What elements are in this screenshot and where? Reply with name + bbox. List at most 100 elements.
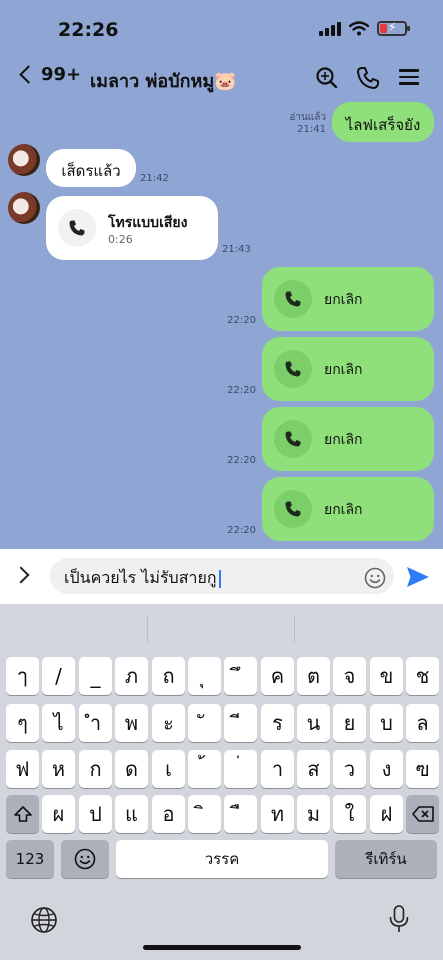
avatar[interactable] [8,144,40,176]
call-status-label: ยกเลิก [324,362,363,378]
backspace-key[interactable] [406,795,439,833]
key[interactable]: ง [370,750,403,788]
chevron-right-icon[interactable] [12,566,30,584]
key[interactable]: ใ [333,795,366,833]
message-bubble-incoming[interactable]: เส็ดรแล้ว [46,149,136,187]
key[interactable]: ข [370,657,403,695]
key[interactable]: อ [152,795,185,833]
call-icon-circle [274,490,312,528]
key[interactable]: ำ [79,704,112,742]
key[interactable]: า [261,750,294,788]
battery-icon: ⚡ [377,20,410,36]
message-time: 21:42 [140,173,169,184]
backspace-icon [411,806,434,822]
suggestion-divider [147,616,148,642]
key[interactable]: ุ [188,657,221,695]
chat-title: เมลาว พ่อบักหมู🐷 [90,71,237,92]
message-time: 22:20 [227,525,256,536]
key[interactable]: ภ [115,657,148,695]
call-status-label: ยกเลิก [324,292,363,308]
search-icon[interactable] [314,65,340,91]
key[interactable]: ฃ [406,750,439,788]
key[interactable]: ล [406,704,439,742]
key[interactable]: ่ [224,750,257,788]
key[interactable]: ม [297,795,330,833]
key[interactable]: น [297,704,330,742]
phone-call-icon[interactable] [355,65,381,91]
message-time: 21:43 [222,244,251,255]
cancelled-call-bubble[interactable]: ยกเลิก [262,477,434,541]
microphone-icon[interactable] [388,904,410,934]
phone-icon [285,291,301,307]
key[interactable]: ค [261,657,294,695]
key[interactable]: ะ [152,704,185,742]
key[interactable]: จ [333,657,366,695]
message-list[interactable]: อ่านแล้ว 21:41 ไลฟเสร็จยัง เส็ดรแล้ว 21:… [0,102,443,549]
globe-icon[interactable] [30,906,58,934]
key[interactable]: ฝ [370,795,403,833]
space-key[interactable]: วรรค [116,840,328,878]
emoji-icon[interactable] [364,567,386,589]
cancelled-call-bubble[interactable]: ยกเลิก [262,407,434,471]
back-button[interactable]: 99+ [16,64,81,85]
key[interactable]: ด [115,750,148,788]
return-key[interactable]: รีเทิร์น [335,840,437,878]
emoji-key[interactable] [61,840,109,878]
message-meta: อ่านแล้ว 21:41 [276,112,326,136]
key[interactable]: ต [297,657,330,695]
key[interactable]: ช [406,657,439,695]
message-time: 22:20 [227,455,256,466]
signal-icon [319,21,341,36]
key[interactable]: _ [79,657,112,695]
message-text: ไลฟเสร็จยัง [345,116,421,134]
suggestion-divider [294,616,295,642]
home-indicator[interactable] [143,945,301,950]
message-text: เส็ดรแล้ว [61,162,121,180]
send-icon[interactable] [405,564,431,590]
key[interactable]: / [42,657,75,695]
key[interactable]: ก [79,750,112,788]
key[interactable]: ห [42,750,75,788]
menu-icon[interactable] [396,65,422,91]
key[interactable]: ย [333,704,366,742]
key[interactable]: ผ [42,795,75,833]
key[interactable]: ร [261,704,294,742]
avatar[interactable] [8,192,40,224]
voice-call-bubble[interactable]: โทรแบบเสียง 0:26 [46,196,218,260]
key[interactable]: ี [224,704,257,742]
key[interactable]: ิ [188,795,221,833]
message-bubble-outgoing[interactable]: ไลฟเสร็จยัง [332,102,434,142]
numbers-key[interactable]: 123 [6,840,54,878]
key[interactable]: ว [333,750,366,788]
read-receipt: อ่านแล้ว [289,112,326,123]
cancelled-call-bubble[interactable]: ยกเลิก [262,337,434,401]
emoji-icon [74,848,96,870]
key[interactable]: ึ [224,657,257,695]
key[interactable]: บ [370,704,403,742]
message-input[interactable]: เป็นควยไร ไม่รับสายกู [50,558,394,594]
phone-icon [285,431,301,447]
key[interactable]: เ [152,750,185,788]
key[interactable]: ้ [188,750,221,788]
key[interactable]: พ [115,704,148,742]
key[interactable]: ๆ [6,704,39,742]
key[interactable]: ป [79,795,112,833]
key[interactable]: ถ [152,657,185,695]
chevron-left-icon [19,65,38,84]
phone-icon [69,220,85,236]
key[interactable]: ๅ [6,657,39,695]
key[interactable]: ไ [42,704,75,742]
key[interactable]: ส [297,750,330,788]
key[interactable]: ฟ [6,750,39,788]
shift-arrow-icon [13,806,32,822]
call-duration: 0:26 [108,233,133,246]
key[interactable]: ท [261,795,294,833]
message-time: 21:41 [297,124,326,135]
key[interactable]: ั [188,704,221,742]
keyboard: ๅ / _ ภ ถ ุ ึ ค ต จ ข ช ๆ ไ ำ พ ะ ั ี ร … [0,604,443,960]
call-icon-circle [274,280,312,318]
shift-key[interactable] [6,795,39,833]
key[interactable]: แ [115,795,148,833]
cancelled-call-bubble[interactable]: ยกเลิก [262,267,434,331]
key[interactable]: ื [224,795,257,833]
